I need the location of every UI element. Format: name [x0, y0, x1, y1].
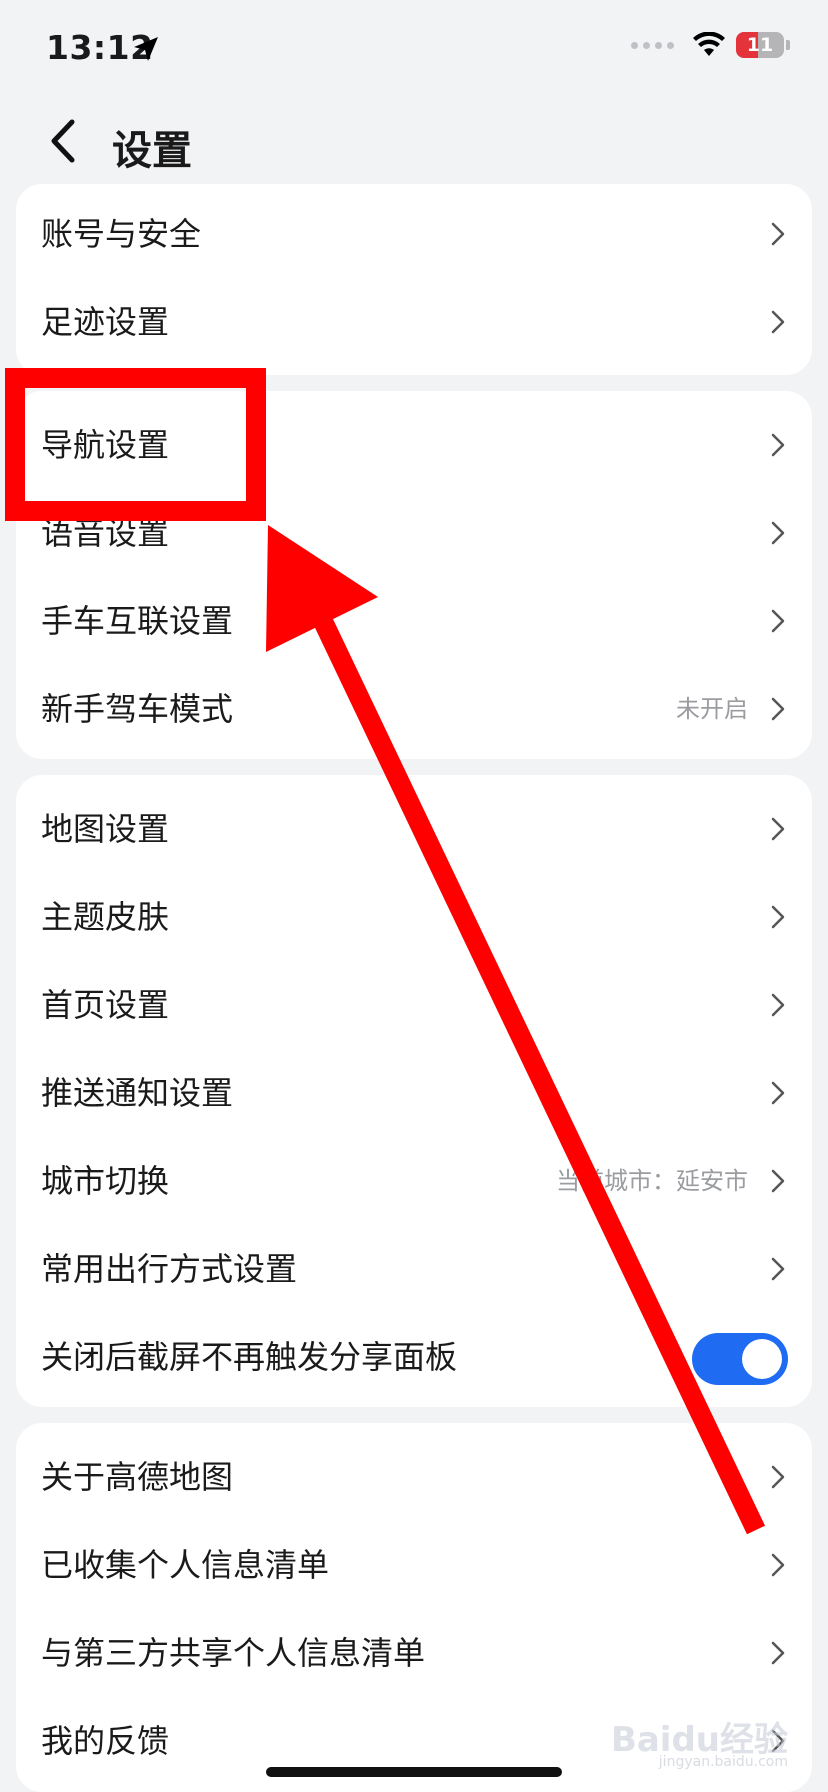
row-label: 手车互联设置 — [41, 602, 234, 640]
row-third-party-info[interactable]: 与第三方共享个人信息清单 — [16, 1609, 812, 1697]
signal-dots-icon — [631, 41, 674, 49]
row-label: 城市切换 — [41, 1162, 170, 1200]
row-value: 未开启 — [676, 695, 748, 723]
row-screenshot-share: 关闭后截屏不再触发分享面板 — [16, 1313, 812, 1401]
status-indicators: 11 — [631, 32, 790, 58]
watermark-sub: jingyan.baidu.com — [658, 1754, 788, 1770]
settings-group-account: 账号与安全 足迹设置 — [16, 184, 812, 375]
toggle-knob — [742, 1339, 782, 1379]
row-label: 足迹设置 — [41, 303, 170, 341]
settings-group-navigation: 导航设置 语音设置 手车互联设置 新手驾车模式 未开启 — [16, 391, 812, 759]
back-icon[interactable] — [44, 116, 84, 166]
row-label: 语音设置 — [41, 514, 170, 552]
chevron-right-icon — [771, 1641, 785, 1665]
row-label: 导航设置 — [41, 426, 170, 464]
row-voice-settings[interactable]: 语音设置 — [16, 489, 812, 577]
status-bar: 13:12 11 — [0, 0, 828, 100]
location-arrow-icon — [134, 37, 158, 61]
chevron-right-icon — [771, 1081, 785, 1105]
chevron-right-icon — [771, 1169, 785, 1193]
row-label: 关于高德地图 — [41, 1458, 234, 1496]
row-value: 当前城市：延安市 — [556, 1167, 748, 1195]
chevron-right-icon — [771, 222, 785, 246]
row-label: 新手驾车模式 — [41, 690, 234, 728]
chevron-right-icon — [771, 433, 785, 457]
row-city-switch[interactable]: 城市切换 当前城市：延安市 — [16, 1137, 812, 1225]
home-indicator[interactable] — [266, 1767, 562, 1777]
row-navigation-settings[interactable]: 导航设置 — [16, 401, 812, 489]
row-push-notifications[interactable]: 推送通知设置 — [16, 1049, 812, 1137]
chevron-right-icon — [771, 1465, 785, 1489]
row-label: 与第三方共享个人信息清单 — [41, 1634, 426, 1672]
chevron-right-icon — [771, 609, 785, 633]
row-account-security[interactable]: 账号与安全 — [16, 190, 812, 278]
chevron-right-icon — [771, 993, 785, 1017]
wifi-icon — [693, 32, 725, 56]
page-title: 设置 — [112, 128, 192, 174]
chevron-right-icon — [771, 905, 785, 929]
screenshot-share-toggle[interactable] — [692, 1333, 788, 1385]
row-label: 已收集个人信息清单 — [41, 1546, 330, 1584]
row-travel-mode[interactable]: 常用出行方式设置 — [16, 1225, 812, 1313]
row-label: 地图设置 — [41, 810, 170, 848]
row-footprint[interactable]: 足迹设置 — [16, 278, 812, 366]
battery-icon: 11 — [736, 32, 784, 58]
row-label: 首页设置 — [41, 986, 170, 1024]
chevron-right-icon — [771, 817, 785, 841]
row-label: 主题皮肤 — [41, 898, 170, 936]
row-theme-skin[interactable]: 主题皮肤 — [16, 873, 812, 961]
row-novice-mode[interactable]: 新手驾车模式 未开启 — [16, 665, 812, 753]
chevron-right-icon — [771, 1553, 785, 1577]
chevron-right-icon — [771, 697, 785, 721]
row-label: 账号与安全 — [41, 215, 202, 253]
chevron-right-icon — [771, 310, 785, 334]
row-label: 推送通知设置 — [41, 1074, 234, 1112]
row-car-connect[interactable]: 手车互联设置 — [16, 577, 812, 665]
row-label: 常用出行方式设置 — [41, 1250, 298, 1288]
battery-level: 11 — [746, 34, 774, 56]
row-label: 关闭后截屏不再触发分享面板 — [41, 1338, 458, 1376]
chevron-right-icon — [771, 1257, 785, 1281]
row-home-settings[interactable]: 首页设置 — [16, 961, 812, 1049]
battery-tip — [786, 40, 790, 50]
chevron-right-icon — [771, 521, 785, 545]
row-collected-info[interactable]: 已收集个人信息清单 — [16, 1521, 812, 1609]
row-about-amap[interactable]: 关于高德地图 — [16, 1433, 812, 1521]
header: 设置 — [0, 100, 828, 182]
row-map-settings[interactable]: 地图设置 — [16, 785, 812, 873]
settings-group-display: 地图设置 主题皮肤 首页设置 推送通知设置 城市切换 当前城市：延安市 常用出行… — [16, 775, 812, 1407]
row-label: 我的反馈 — [41, 1722, 170, 1760]
